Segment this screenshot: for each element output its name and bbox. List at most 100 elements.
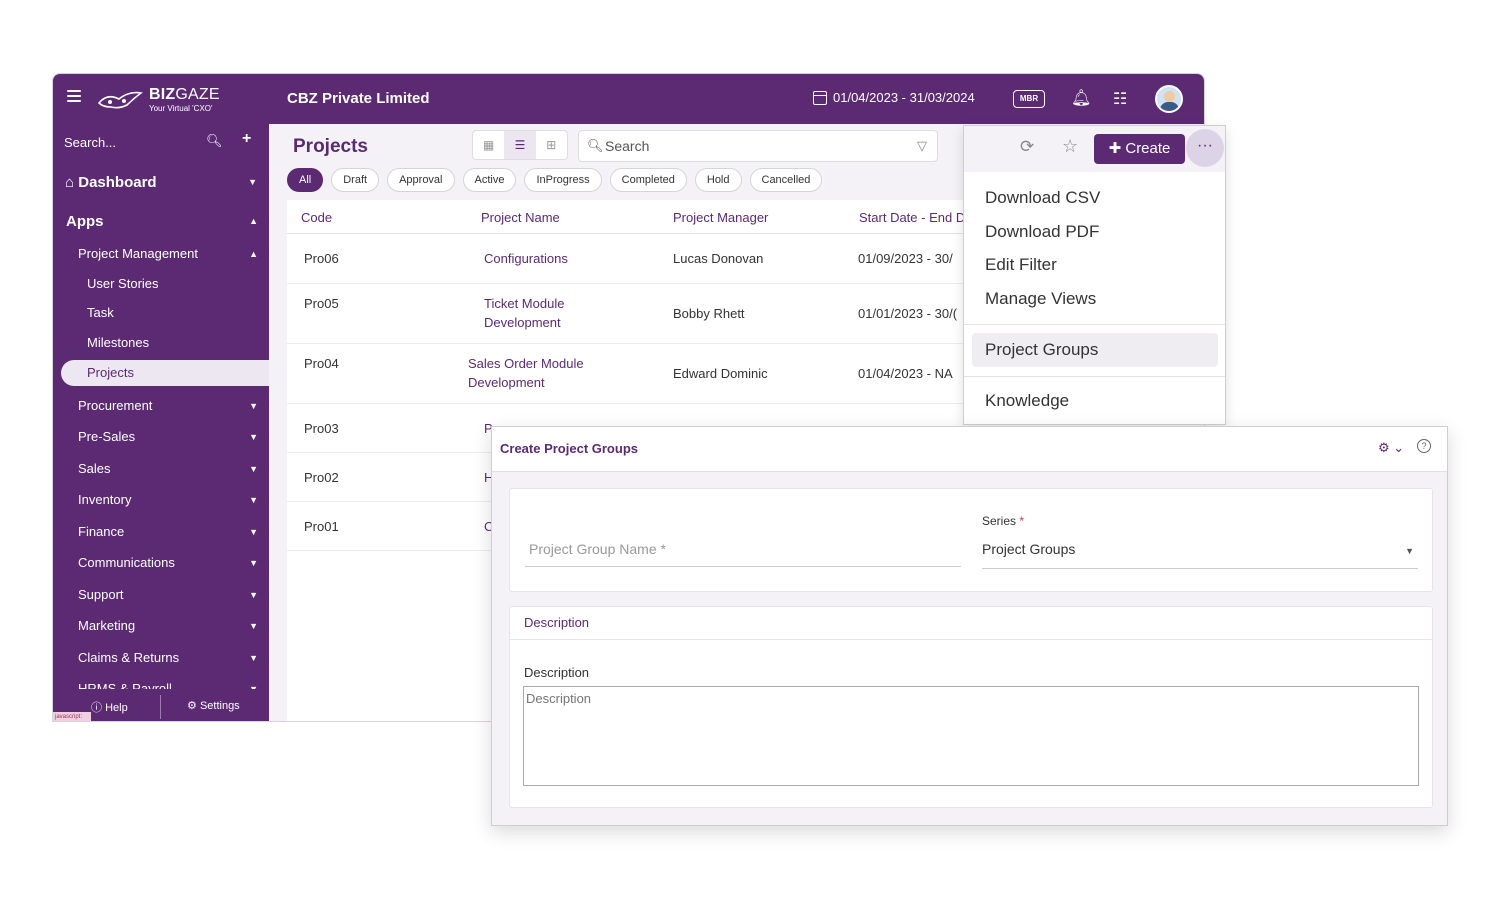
menu-icon[interactable] [67,90,81,104]
chip-draft[interactable]: Draft [331,168,380,192]
financial-year-selector[interactable]: 01/04/2023 - 31/03/2024 [813,90,975,105]
logo-eagle-icon [97,91,143,109]
filter-icon[interactable]: ▽ [917,131,927,161]
description-textarea[interactable] [523,686,1419,786]
refresh-icon[interactable]: ⟳ [1020,137,1034,157]
chip-active[interactable]: Active [462,168,517,192]
logo-tagline: Your Virtual 'CXO' [149,104,213,113]
bell-icon[interactable]: 🔔︎ [1071,88,1091,108]
sidebar-search-input[interactable]: Search... [64,135,116,150]
chip-inprogress[interactable]: InProgress [524,168,602,192]
search-icon[interactable]: 🔍︎ [206,133,223,149]
description-label: Description [524,665,590,680]
star-icon[interactable]: ☆ [1062,136,1078,157]
sidebar-item-communications[interactable]: Communications ▼ [78,555,258,570]
chevron-down-icon: ▼ [249,590,258,600]
search-icon: 🔍︎ [587,138,604,153]
help-icon[interactable]: ? [1417,439,1431,453]
cell-code: Pro01 [304,519,339,534]
settings-button[interactable]: ⚙ Settings [187,699,240,712]
cell-code: Pro04 [304,356,339,371]
column-project-name[interactable]: Project Name [481,210,560,225]
sidebar-item-sales[interactable]: Sales ▼ [78,461,258,476]
series-value: Project Groups [982,541,1076,557]
help-button[interactable]: ⓘ Help [91,699,128,715]
chip-completed[interactable]: Completed [609,168,687,192]
company-name[interactable]: CBZ Private Limited [287,90,430,107]
sidebar-item-user-stories[interactable]: User Stories [87,276,159,291]
gear-icon[interactable]: ⚙ ⌄ [1378,440,1404,456]
chip-hold[interactable]: Hold [694,168,742,192]
menu-item-edit-filter[interactable]: Edit Filter [985,255,1057,275]
column-project-manager[interactable]: Project Manager [673,210,768,225]
gear-icon: ⚙ [187,700,197,712]
status-filter-chips: All Draft Approval Active InProgress Com… [287,168,823,192]
more-options-icon[interactable]: ··· [1186,129,1224,167]
kanban-view-icon[interactable]: ▦ [473,131,504,159]
sidebar-item-milestones[interactable]: Milestones [87,335,149,350]
general-card: Project Group Name * Series * Project Gr… [509,488,1433,592]
cell-project-name-line2[interactable]: Development [484,313,561,332]
cell-project-name[interactable]: Sales Order Module [468,354,584,373]
sidebar-item-pre-sales[interactable]: Pre-Sales ▼ [78,429,258,444]
chip-all[interactable]: All [287,168,324,192]
sidebar-item-inventory[interactable]: Inventory ▼ [78,492,258,507]
sidebar-item-dashboard[interactable]: ⌂ Dashboard ▼ [65,174,257,191]
sidebar-item-claims-returns[interactable]: Claims & Returns ▼ [78,650,258,665]
menu-item-download-pdf[interactable]: Download PDF [985,222,1099,242]
search-input[interactable]: 🔍︎ Search ▽ [578,130,938,162]
menu-item-manage-views[interactable]: Manage Views [985,289,1096,309]
dashboard-icon: ⌂ [65,174,75,191]
series-label-text: Series [982,514,1017,528]
column-start-end-date[interactable]: Start Date - End D [859,210,965,225]
column-code[interactable]: Code [301,210,332,225]
top-bar: BIZGAZE Your Virtual 'CXO' CBZ Private L… [53,74,1204,124]
list-view-icon[interactable]: ☰ [504,131,536,159]
sidebar-item-procurement[interactable]: Procurement ▼ [78,398,258,413]
menu-separator [964,324,1225,325]
chevron-down-icon: ▼ [249,464,258,474]
sidebar-item-label: Project Management [78,246,198,261]
chevron-up-icon: ▲ [249,216,258,226]
sidebar-item-support[interactable]: Support ▼ [78,587,258,602]
sidebar-item-label: Claims & Returns [78,650,180,665]
mbr-button[interactable]: MBR [1013,90,1045,108]
sidebar-item-label: Support [78,587,124,602]
caret-down-icon: ▼ [1405,546,1414,556]
chevron-down-icon: ▼ [249,558,258,568]
sidebar-item-task[interactable]: Task [87,305,114,320]
sidebar-item-finance[interactable]: Finance ▼ [78,524,258,539]
sidebar-item-label: Procurement [78,398,153,413]
chip-approval[interactable]: Approval [387,168,455,192]
avatar[interactable] [1155,85,1183,113]
chevron-down-icon: ▼ [249,432,258,442]
cell-project-name[interactable]: Configurations [484,249,568,268]
create-project-groups-modal: Create Project Groups ⚙ ⌄ ? Project Grou… [491,426,1448,826]
menu-item-knowledge[interactable]: Knowledge [985,391,1069,411]
grid-view-icon[interactable]: ⊞ [536,131,567,159]
search-placeholder: Search [605,138,650,154]
logo[interactable]: BIZGAZE Your Virtual 'CXO' [97,86,220,114]
create-button[interactable]: ✚ Create [1094,134,1185,164]
sidebar-item-apps[interactable]: Apps ▲ [66,213,258,230]
cell-manager: Edward Dominic [673,366,768,381]
project-group-name-input[interactable]: Project Group Name * [525,541,961,567]
task-list-icon[interactable]: ☷ [1113,89,1127,109]
menu-item-download-csv[interactable]: Download CSV [985,188,1100,208]
series-select[interactable]: Project Groups ▼ [982,541,1418,569]
sidebar-item-projects[interactable]: Projects [61,360,271,386]
sidebar-search[interactable]: Search... 🔍︎ + [64,130,254,154]
sidebar-item-marketing[interactable]: Marketing ▼ [78,618,258,633]
sidebar-item-hrms-payroll[interactable]: HRMS & Payroll ▼ [78,681,258,689]
chip-cancelled[interactable]: Cancelled [749,168,823,192]
cell-project-name[interactable]: Ticket Module [484,294,564,313]
date-range-text: 01/04/2023 - 31/03/2024 [833,90,975,105]
modal-header: Create Project Groups ⚙ ⌄ ? [492,427,1447,472]
cell-project-name-line2[interactable]: Development [468,373,545,392]
required-marker: * [1019,514,1025,528]
status-url-tag: javascript: [53,712,91,721]
logo-text-biz: BIZ [149,86,176,103]
sidebar-item-project-management[interactable]: Project Management ▲ [78,246,258,261]
menu-item-project-groups[interactable]: Project Groups [985,340,1098,360]
add-icon[interactable]: + [242,130,251,148]
